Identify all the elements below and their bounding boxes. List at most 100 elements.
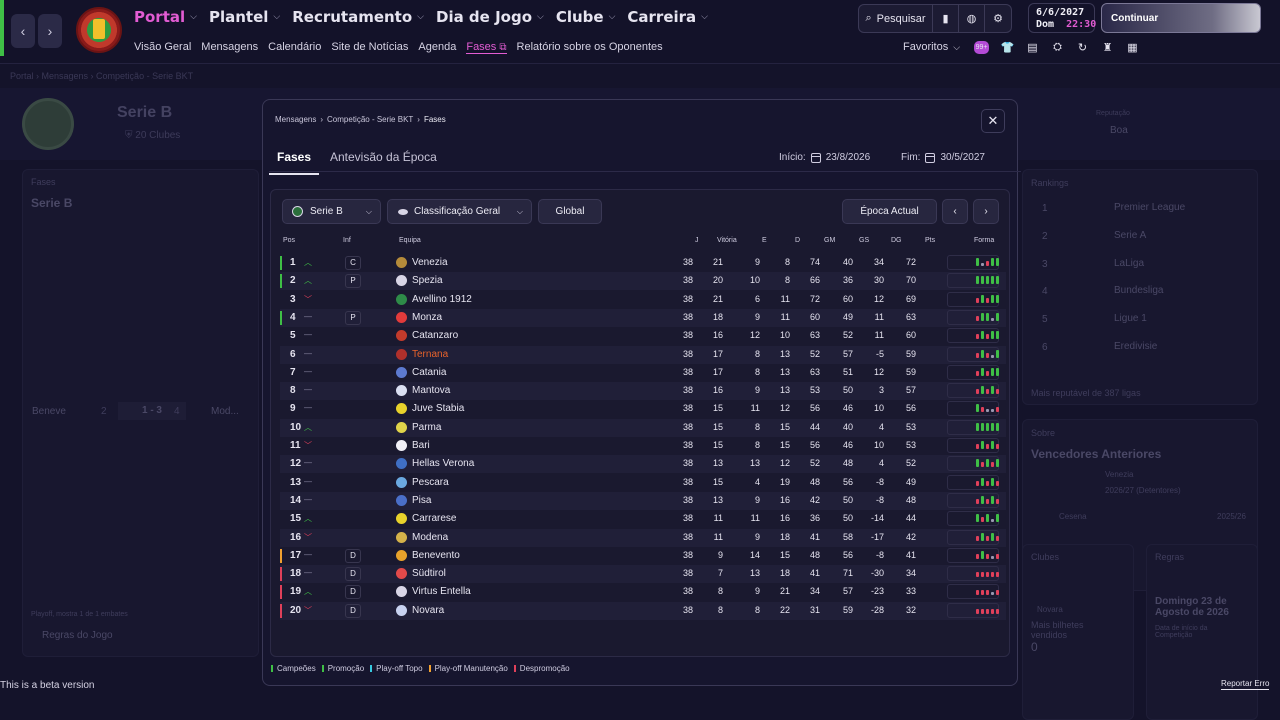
col-dg[interactable]: DG (891, 237, 902, 244)
tactics-icon[interactable]: ⛭ (1051, 41, 1064, 54)
game-date[interactable]: 6/6/2027 Dom 22:30 (1028, 3, 1096, 33)
nav-recrutamento[interactable]: Recrutamento ⌵ (292, 8, 424, 26)
trophy-icon[interactable]: ♜ (1101, 41, 1114, 54)
stat-gs: 48 (842, 458, 853, 469)
refresh-icon[interactable]: ↻ (1076, 41, 1089, 54)
crumb-mensagens[interactable]: Mensagens (275, 115, 316, 124)
team-name[interactable]: Modena (412, 532, 448, 543)
favorites-dropdown[interactable]: Favoritos ⌵ (903, 41, 960, 53)
table-row[interactable]: 1 ︿ C Venezia 38 21 9 8 74 40 34 72 (280, 254, 1006, 272)
col-vitoria[interactable]: Vitória (717, 237, 737, 244)
subnav-relatorio-oponentes[interactable]: Relatório sobre os Oponentes (517, 41, 663, 54)
inbox-badge[interactable]: 99+ (974, 41, 989, 54)
nav-dia-de-jogo[interactable]: Dia de Jogo ⌵ (436, 8, 544, 26)
season-button[interactable]: Época Actual (842, 199, 937, 224)
team-name[interactable]: Virtus Entella (412, 586, 471, 597)
table-row[interactable]: 14— Pisa 38 13 9 16 42 50 -8 48 (280, 491, 1006, 510)
clipboard-icon[interactable]: ▤ (1026, 41, 1039, 54)
team-name[interactable]: Benevento (412, 550, 460, 561)
nav-portal[interactable]: Portal ⌵ (134, 8, 197, 26)
global-button[interactable]: Global (538, 199, 602, 224)
table-row[interactable]: 16 ﹀ Modena 38 11 9 18 41 58 -17 42 (280, 528, 1006, 547)
team-name[interactable]: Juve Stabia (412, 403, 464, 414)
subnav-visao-geral[interactable]: Visão Geral (134, 41, 191, 54)
col-inf[interactable]: Inf (343, 237, 351, 244)
table-row[interactable]: 11 ﹀ Bari 38 15 8 15 56 46 10 53 (280, 437, 1006, 455)
report-bug-link[interactable]: Reportar Erro (1221, 679, 1270, 690)
settings-button[interactable]: ⚙ (985, 5, 1011, 32)
team-name[interactable]: Pescara (412, 477, 449, 488)
col-pos[interactable]: Pos (283, 237, 295, 244)
team-name[interactable]: Monza (412, 312, 442, 323)
table-row[interactable]: 6 — Ternana 38 17 8 13 52 57 -5 59 (280, 345, 1006, 364)
crumb-competicao[interactable]: Competição - Serie BKT (327, 115, 413, 124)
subnav-fases[interactable]: Fases ⧉ (466, 41, 507, 54)
nav-carreira[interactable]: Carreira ⌵ (627, 8, 708, 26)
table-row[interactable]: 9 — Juve Stabia 38 15 11 12 56 46 10 56 (280, 400, 1006, 418)
subnav-calendario[interactable]: Calendário (268, 41, 321, 54)
table-row[interactable]: 19 ︿ D Virtus Entella 38 8 9 21 34 57 -23 33 (280, 583, 1006, 601)
col-gs[interactable]: GS (859, 237, 869, 244)
prev-season-button[interactable]: ‹ (942, 199, 968, 224)
col-d[interactable]: D (795, 237, 800, 244)
calendar-icon[interactable]: ▦ (1126, 41, 1139, 54)
position-cell: 20 (290, 604, 302, 616)
team-name[interactable]: Carrarese (412, 513, 456, 524)
table-row[interactable]: 13— Pescara 38 15 4 19 48 56 -8 49 (280, 474, 1006, 492)
search-button[interactable]: ⌕ Pesquisar (859, 5, 933, 32)
col-e[interactable]: E (762, 237, 767, 244)
bookmark-button[interactable]: ▮ (933, 5, 959, 32)
team-name[interactable]: Novara (412, 605, 444, 616)
close-button[interactable]: ✕ (981, 109, 1005, 133)
team-name[interactable]: Bari (412, 440, 430, 451)
table-row[interactable]: 2 ︿ P Spezia 38 20 10 8 66 36 30 70 (280, 272, 1006, 291)
team-name[interactable]: Spezia (412, 275, 443, 286)
shirt-icon[interactable]: 👕 (1001, 41, 1015, 54)
subnav-site-noticias[interactable]: Site de Notícias (331, 41, 408, 54)
nav-plantel[interactable]: Plantel ⌵ (209, 8, 280, 26)
col-form[interactable]: Forma (974, 237, 994, 244)
form-bar (981, 263, 984, 266)
legend-swatch (428, 665, 431, 672)
team-name[interactable]: Catania (412, 367, 446, 378)
table-row[interactable]: 12— Hellas Verona 38 13 13 12 52 48 4 52 (280, 455, 1006, 474)
team-name[interactable]: Ternana (412, 349, 448, 360)
tab-antevisao[interactable]: Antevisão da Época (330, 150, 437, 164)
col-j[interactable]: J (695, 237, 699, 244)
tab-fases[interactable]: Fases (268, 150, 320, 175)
team-name[interactable]: Avellino 1912 (412, 294, 472, 305)
table-row[interactable]: 8 — Mantova 38 16 9 13 53 50 3 57 (280, 382, 1006, 401)
team-name[interactable]: Hellas Verona (412, 458, 474, 469)
team-name[interactable]: Catanzaro (412, 330, 458, 341)
table-row[interactable]: 20 ﹀ D Novara 38 8 8 22 31 59 -28 32 (280, 601, 1006, 620)
table-row[interactable]: 15 ︿ Carrarese 38 11 11 16 36 50 -14 44 (280, 510, 1006, 528)
col-gm[interactable]: GM (824, 237, 835, 244)
stat-d: 19 (779, 476, 790, 487)
table-row[interactable]: 17— D Benevento 38 9 14 15 48 56 -8 41 (280, 547, 1006, 565)
table-row[interactable]: 5 — Catanzaro 38 16 12 10 63 52 11 60 (280, 327, 1006, 345)
col-team[interactable]: Equipa (399, 237, 421, 244)
competition-select[interactable]: Serie B ⌵ (282, 199, 381, 224)
table-row[interactable]: 10 ︿ Parma 38 15 8 15 44 40 4 53 (280, 418, 1006, 437)
forward-button[interactable]: › (38, 14, 62, 48)
table-type-select[interactable]: Classificação Geral ⌵ (387, 199, 532, 224)
globe-button[interactable]: ◍ (959, 5, 985, 32)
team-name[interactable]: Parma (412, 422, 441, 433)
table-row[interactable]: 18— D Südtirol 38 7 13 18 41 71 -30 34 (280, 565, 1006, 584)
team-name[interactable]: Südtirol (412, 568, 446, 579)
next-season-button[interactable]: › (973, 199, 999, 224)
team-name[interactable]: Pisa (412, 495, 431, 506)
continue-button[interactable]: Continuar (1101, 3, 1261, 33)
club-crest[interactable] (76, 7, 122, 53)
subnav-mensagens[interactable]: Mensagens (201, 41, 258, 54)
table-row[interactable]: 3 ﹀ Avellino 1912 38 21 6 11 72 60 12 69 (280, 291, 1006, 309)
team-name[interactable]: Mantova (412, 385, 450, 396)
table-row[interactable]: 7 — Catania 38 17 8 13 63 51 12 59 (280, 364, 1006, 382)
nav-clube[interactable]: Clube ⌵ (556, 8, 616, 26)
col-pts[interactable]: Pts (925, 237, 935, 244)
table-row[interactable]: 4 — P Monza 38 18 9 11 60 49 11 63 (280, 308, 1006, 327)
team-name[interactable]: Venezia (412, 257, 448, 268)
back-button[interactable]: ‹ (11, 14, 35, 48)
team-crest-icon (396, 440, 407, 451)
subnav-agenda[interactable]: Agenda (418, 41, 456, 54)
